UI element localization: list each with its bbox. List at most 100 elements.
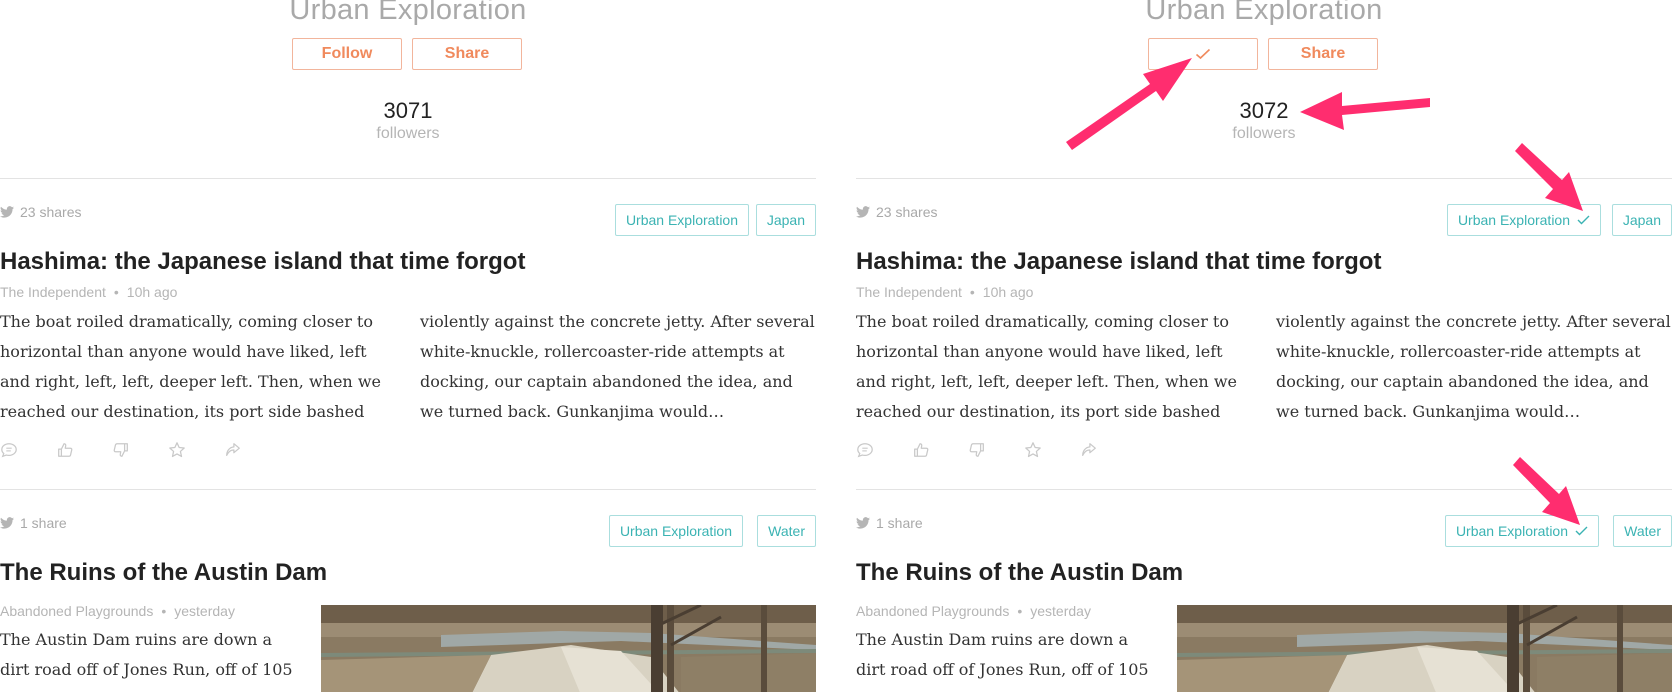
panel-before: Urban Exploration Follow Share 3071 foll… (0, 0, 816, 692)
followers-label: followers (1232, 125, 1296, 142)
share-count: 23 shares (0, 204, 81, 220)
dam-ruins-photo (1177, 605, 1672, 692)
tag-urban-exploration[interactable]: Urban Exploration (608, 515, 743, 547)
tag-label: Water (768, 523, 805, 539)
star-icon (1025, 442, 1041, 458)
article-meta: Abandoned Playgrounds • yesterday (0, 603, 235, 619)
article-time: 10h ago (126, 284, 178, 300)
meta-separator: • (969, 284, 975, 300)
article-excerpt: The Austin Dam ruins are down a dirt roa… (856, 630, 1149, 679)
dislike-button[interactable] (112, 440, 168, 460)
tag-urban-exploration[interactable]: Urban Exploration (614, 204, 749, 236)
article-meta: The Independent • 10h ago (856, 284, 1033, 300)
comment-button[interactable] (0, 440, 56, 460)
meta-separator: • (1017, 603, 1023, 619)
panel-after: Urban Exploration Share 3072 followers 2… (856, 0, 1672, 692)
article-title[interactable]: Hashima: the Japanese island that time f… (0, 248, 525, 276)
article-source[interactable]: The Independent (0, 284, 106, 300)
favorite-button[interactable] (168, 440, 224, 460)
tag-water[interactable]: Water (757, 515, 816, 547)
article-meta: The Independent • 10h ago (0, 284, 177, 300)
thumbs-down-icon (969, 443, 984, 457)
article-photo[interactable] (321, 605, 816, 692)
meta-separator: • (113, 284, 119, 300)
article-source[interactable]: The Independent (856, 284, 962, 300)
followers-count: 3072 (1239, 98, 1289, 123)
comment-icon (1, 443, 17, 458)
share-count-label: 1 share (876, 515, 923, 531)
tag-label: Urban Exploration (1455, 523, 1568, 539)
star-icon (169, 442, 185, 458)
checkmark-icon (1195, 48, 1211, 60)
tag-label: Japan (766, 212, 805, 228)
tag-urban-exploration[interactable]: Urban Exploration (1444, 515, 1599, 547)
thumbs-up-icon (58, 443, 73, 457)
favorite-button[interactable] (1024, 440, 1080, 460)
article-excerpt-col2: violently against the concrete jetty. Af… (420, 312, 815, 421)
follow-button[interactable]: Follow (292, 38, 402, 70)
article-excerpt: The Austin Dam ruins are down a dirt roa… (0, 630, 293, 679)
like-button[interactable] (912, 440, 968, 460)
followers-label: followers (376, 125, 440, 142)
topic-title: Urban Exploration (289, 0, 527, 26)
article-title[interactable]: The Ruins of the Austin Dam (856, 559, 1183, 587)
meta-separator: • (161, 603, 167, 619)
article-photo[interactable] (1177, 605, 1672, 692)
article-source[interactable]: Abandoned Playgrounds (856, 603, 1009, 619)
article-actions (0, 440, 280, 460)
twitter-bird-icon (0, 517, 14, 529)
share-article-button[interactable] (224, 440, 280, 460)
share-label: Share (444, 45, 490, 62)
article-time: yesterday (1030, 603, 1091, 619)
share-arrow-icon (1082, 443, 1096, 457)
article-time: 10h ago (982, 284, 1034, 300)
thumbs-down-icon (113, 443, 128, 457)
like-button[interactable] (56, 440, 112, 460)
article-excerpt-col2: violently against the concrete jetty. Af… (1276, 312, 1671, 421)
tag-label: Urban Exploration (619, 523, 732, 539)
article-meta: Abandoned Playgrounds • yesterday (856, 603, 1091, 619)
article-excerpt-col1: The boat roiled dramatically, coming clo… (0, 312, 381, 421)
comment-button[interactable] (856, 440, 912, 460)
divider (0, 489, 816, 490)
dislike-button[interactable] (968, 440, 1024, 460)
tag-label: Urban Exploration (625, 212, 738, 228)
twitter-bird-icon (856, 517, 870, 529)
share-label: Share (1300, 45, 1346, 62)
article-title[interactable]: Hashima: the Japanese island that time f… (856, 248, 1381, 276)
tag-water[interactable]: Water (1613, 515, 1672, 547)
share-count: 23 shares (856, 204, 937, 220)
divider (0, 178, 816, 179)
share-button[interactable]: Share (412, 38, 522, 70)
share-button[interactable]: Share (1268, 38, 1378, 70)
article-title[interactable]: The Ruins of the Austin Dam (0, 559, 327, 587)
tag-japan[interactable]: Japan (1611, 204, 1672, 236)
share-count-label: 1 share (20, 515, 67, 531)
divider (856, 489, 1672, 490)
following-button[interactable] (1148, 38, 1258, 70)
follow-label: Follow (321, 45, 373, 62)
share-article-button[interactable] (1080, 440, 1136, 460)
article-time: yesterday (174, 603, 235, 619)
topic-title: Urban Exploration (1145, 0, 1383, 26)
article-excerpt-col1: The boat roiled dramatically, coming clo… (856, 312, 1237, 421)
twitter-bird-icon (856, 206, 870, 218)
share-count-label: 23 shares (20, 204, 82, 220)
share-arrow-icon (226, 443, 240, 457)
dam-ruins-photo (321, 605, 816, 692)
checkmark-icon (1577, 215, 1590, 225)
tag-label: Water (1624, 523, 1661, 539)
tag-label: Japan (1622, 212, 1661, 228)
divider (856, 178, 1672, 179)
share-count: 1 share (856, 515, 923, 531)
comment-icon (857, 443, 873, 458)
tag-japan[interactable]: Japan (755, 204, 816, 236)
twitter-bird-icon (0, 206, 14, 218)
article-actions (856, 440, 1136, 460)
article-source[interactable]: Abandoned Playgrounds (0, 603, 153, 619)
checkmark-icon (1575, 526, 1588, 536)
tag-urban-exploration[interactable]: Urban Exploration (1446, 204, 1601, 236)
share-count: 1 share (0, 515, 67, 531)
share-count-label: 23 shares (876, 204, 938, 220)
thumbs-up-icon (914, 443, 929, 457)
